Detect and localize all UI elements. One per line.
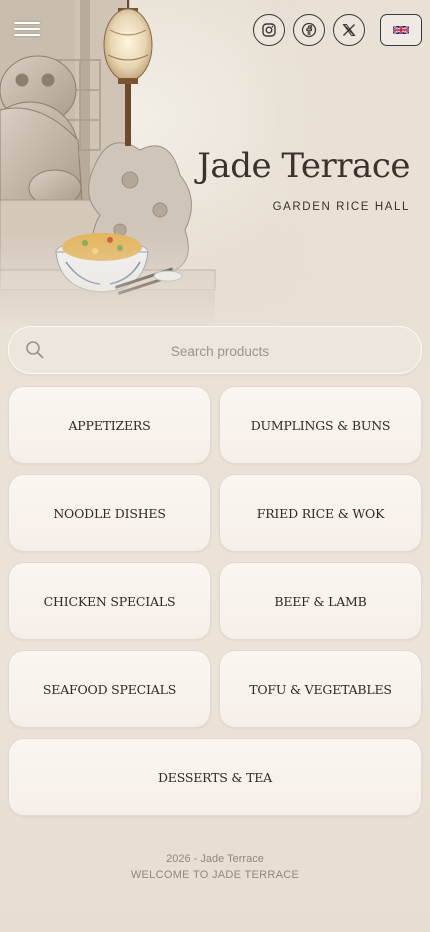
- brand-subtitle: GARDEN RICE HALL: [272, 201, 410, 213]
- brand-title: Jade Terrace: [197, 146, 410, 186]
- instagram-button[interactable]: [253, 14, 285, 46]
- category-label: BEEF & LAMB: [274, 593, 367, 609]
- category-fried-rice-wok[interactable]: FRIED RICE & WOK: [219, 474, 422, 552]
- category-dumplings-buns[interactable]: DUMPLINGS & BUNS: [219, 386, 422, 464]
- x-icon: [342, 24, 356, 36]
- category-label: SEAFOOD SPECIALS: [42, 681, 177, 697]
- category-appetizers[interactable]: APPETIZERS: [8, 386, 211, 464]
- category-seafood-specials[interactable]: SEAFOOD SPECIALS: [8, 650, 211, 728]
- hamburger-menu-icon: [14, 22, 40, 24]
- instagram-icon: [262, 23, 276, 37]
- category-tofu-vegetables[interactable]: TOFU & VEGETABLES: [219, 650, 422, 728]
- language-selector[interactable]: [380, 14, 422, 46]
- footer-welcome: WELCOME TO JADE TERRACE: [130, 869, 300, 881]
- category-label: FRIED RICE & WOK: [256, 505, 385, 521]
- category-label: TOFU & VEGETABLES: [249, 681, 392, 697]
- facebook-button[interactable]: [293, 14, 325, 46]
- uk-flag-icon: [393, 25, 409, 35]
- footer-copyright: 2026 - Jade Terrace: [166, 853, 264, 865]
- search-bar[interactable]: [8, 326, 422, 374]
- category-chicken-specials[interactable]: CHICKEN SPECIALS: [8, 562, 211, 640]
- category-label: APPETIZERS: [68, 417, 151, 433]
- search-input[interactable]: [53, 335, 387, 367]
- hero-banner: Jade Terrace GARDEN RICE HALL: [0, 0, 430, 330]
- x-button[interactable]: [333, 14, 365, 46]
- category-desserts-tea[interactable]: DESSERTS & TEA: [8, 738, 422, 816]
- search-icon: [26, 341, 44, 359]
- category-label: DESSERTS & TEA: [157, 769, 273, 785]
- category-beef-lamb[interactable]: BEEF & LAMB: [219, 562, 422, 640]
- category-label: NOODLE DISHES: [53, 505, 166, 521]
- facebook-icon: [301, 22, 317, 38]
- category-label: CHICKEN SPECIALS: [43, 593, 176, 609]
- category-noodle-dishes[interactable]: NOODLE DISHES: [8, 474, 211, 552]
- category-label: DUMPLINGS & BUNS: [250, 417, 391, 433]
- menu-button[interactable]: [14, 18, 40, 40]
